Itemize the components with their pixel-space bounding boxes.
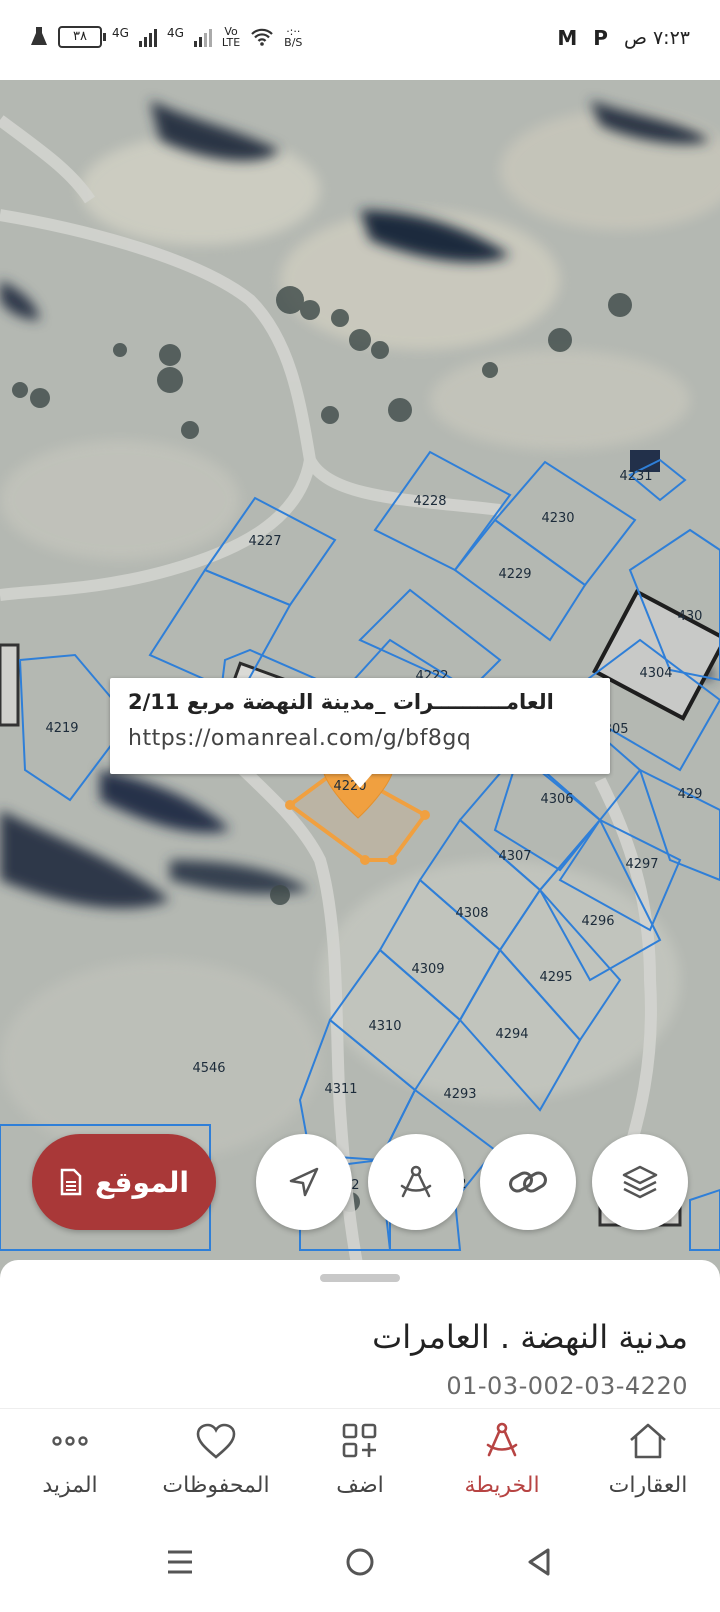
- link-icon: [509, 1171, 547, 1193]
- parcel-label[interactable]: 4297: [625, 857, 658, 872]
- parcel-label[interactable]: 4219: [45, 721, 78, 736]
- navigate-arrow-icon: [289, 1167, 319, 1197]
- parcel-label[interactable]: 430: [678, 609, 703, 624]
- map-compass-icon: [486, 1422, 518, 1457]
- parcel-label[interactable]: 4310: [368, 1019, 401, 1034]
- parcel-label[interactable]: 4296: [581, 914, 614, 929]
- wifi-icon: [251, 28, 273, 46]
- parcel-label[interactable]: 4306: [540, 792, 573, 807]
- parcel-label[interactable]: 4546: [192, 1061, 225, 1076]
- volte-bottom: LTE: [221, 36, 241, 49]
- status-left: ٣٨ 4G 4G Vo LTE ·:·· B/S: [30, 26, 302, 48]
- nav-label: العقارات: [608, 1473, 688, 1498]
- battery-level: ٣٨: [73, 29, 87, 44]
- parcel-label[interactable]: 4228: [413, 494, 446, 509]
- heart-icon: [196, 1423, 236, 1459]
- add-grid-icon: [342, 1423, 377, 1458]
- parcel-label[interactable]: 4227: [248, 534, 281, 549]
- place-title: مدنية النهضة . العامرات: [372, 1318, 688, 1356]
- volte-indicator: Vo LTE: [222, 26, 240, 48]
- nav-label: الخريطة: [464, 1473, 540, 1498]
- nav-label: المزيد: [42, 1473, 98, 1498]
- status-bar: ٣٨ 4G 4G Vo LTE ·:·· B/S M P ٧:٢٣ ص: [0, 0, 720, 80]
- parcel-code: 01-03-002-03-4220: [446, 1372, 688, 1400]
- popup-url[interactable]: https://omanreal.com/g/bf8gq: [128, 726, 592, 751]
- compass-measure-icon: [400, 1165, 432, 1198]
- bottom-sheet[interactable]: مدنية النهضة . العامرات 01-03-002-03-422…: [0, 1260, 720, 1408]
- battery-icon: ٣٨: [58, 26, 106, 48]
- location-button[interactable]: الموقع: [32, 1134, 216, 1230]
- measure-button[interactable]: [368, 1134, 464, 1230]
- parcel-label[interactable]: 4293: [443, 1087, 476, 1102]
- share-link-button[interactable]: [480, 1134, 576, 1230]
- navigate-button[interactable]: [256, 1134, 352, 1230]
- signal-icon: [138, 27, 157, 47]
- speed-indicator: ·:·· B/S: [284, 26, 302, 48]
- parcel-label[interactable]: 4294: [495, 1027, 528, 1042]
- parcel-label[interactable]: 4308: [455, 906, 488, 921]
- network-4g-2: 4G: [166, 26, 184, 40]
- parcel-label[interactable]: 4311: [324, 1082, 357, 1097]
- parcel-label[interactable]: 4307: [498, 849, 531, 864]
- parcel-label[interactable]: 4304: [639, 666, 672, 681]
- nav-add[interactable]: اضف: [290, 1421, 430, 1498]
- parcel-label[interactable]: 4309: [411, 962, 444, 977]
- location-button-label: الموقع: [95, 1165, 189, 1199]
- nav-saved[interactable]: المحفوظات: [146, 1421, 286, 1498]
- parcel-label[interactable]: 4231: [619, 469, 652, 484]
- parcel-label[interactable]: 4229: [498, 567, 531, 582]
- popup-title: العامــــــــــرات _مدينة النهضة مربع 2/…: [128, 690, 554, 714]
- parcel-popup[interactable]: العامــــــــــرات _مدينة النهضة مربع 2/…: [110, 678, 610, 788]
- document-icon: [60, 1168, 82, 1196]
- parcel-label[interactable]: 4230: [541, 511, 574, 526]
- nav-more[interactable]: المزيد: [0, 1421, 140, 1498]
- drag-handle[interactable]: [320, 1274, 400, 1282]
- parcel-label[interactable]: 429: [678, 787, 703, 802]
- parking-icon: P: [593, 26, 608, 50]
- clock: ٧:٢٣ ص: [623, 27, 690, 49]
- nav-map[interactable]: الخريطة: [432, 1421, 572, 1498]
- home-button-icon[interactable]: [340, 1542, 380, 1582]
- beaker-icon: [31, 27, 47, 45]
- speed-bottom: B/S: [284, 36, 303, 49]
- status-right: M P ٧:٢٣ ص: [557, 26, 690, 50]
- system-nav: [0, 1508, 720, 1612]
- back-icon[interactable]: [520, 1542, 560, 1582]
- home-icon: [630, 1423, 666, 1459]
- nav-label: اضف: [336, 1473, 384, 1498]
- gmail-icon: M: [557, 26, 578, 50]
- bottom-nav: العقارات الخريطة اضف المحفوظات المزيد: [0, 1408, 720, 1508]
- network-4g-1: 4G: [112, 26, 129, 40]
- nav-label: المحفوظات: [162, 1473, 270, 1498]
- layers-button[interactable]: [592, 1134, 688, 1230]
- parcel-label[interactable]: 4295: [539, 970, 572, 985]
- layers-icon: [622, 1165, 658, 1199]
- recent-apps-icon[interactable]: [160, 1542, 200, 1582]
- nav-properties[interactable]: العقارات: [578, 1421, 718, 1498]
- more-dots-icon: [52, 1436, 88, 1446]
- signal-icon: [193, 27, 212, 47]
- satellite-map[interactable]: 4228423042314227422943043044219422442214…: [0, 80, 720, 1280]
